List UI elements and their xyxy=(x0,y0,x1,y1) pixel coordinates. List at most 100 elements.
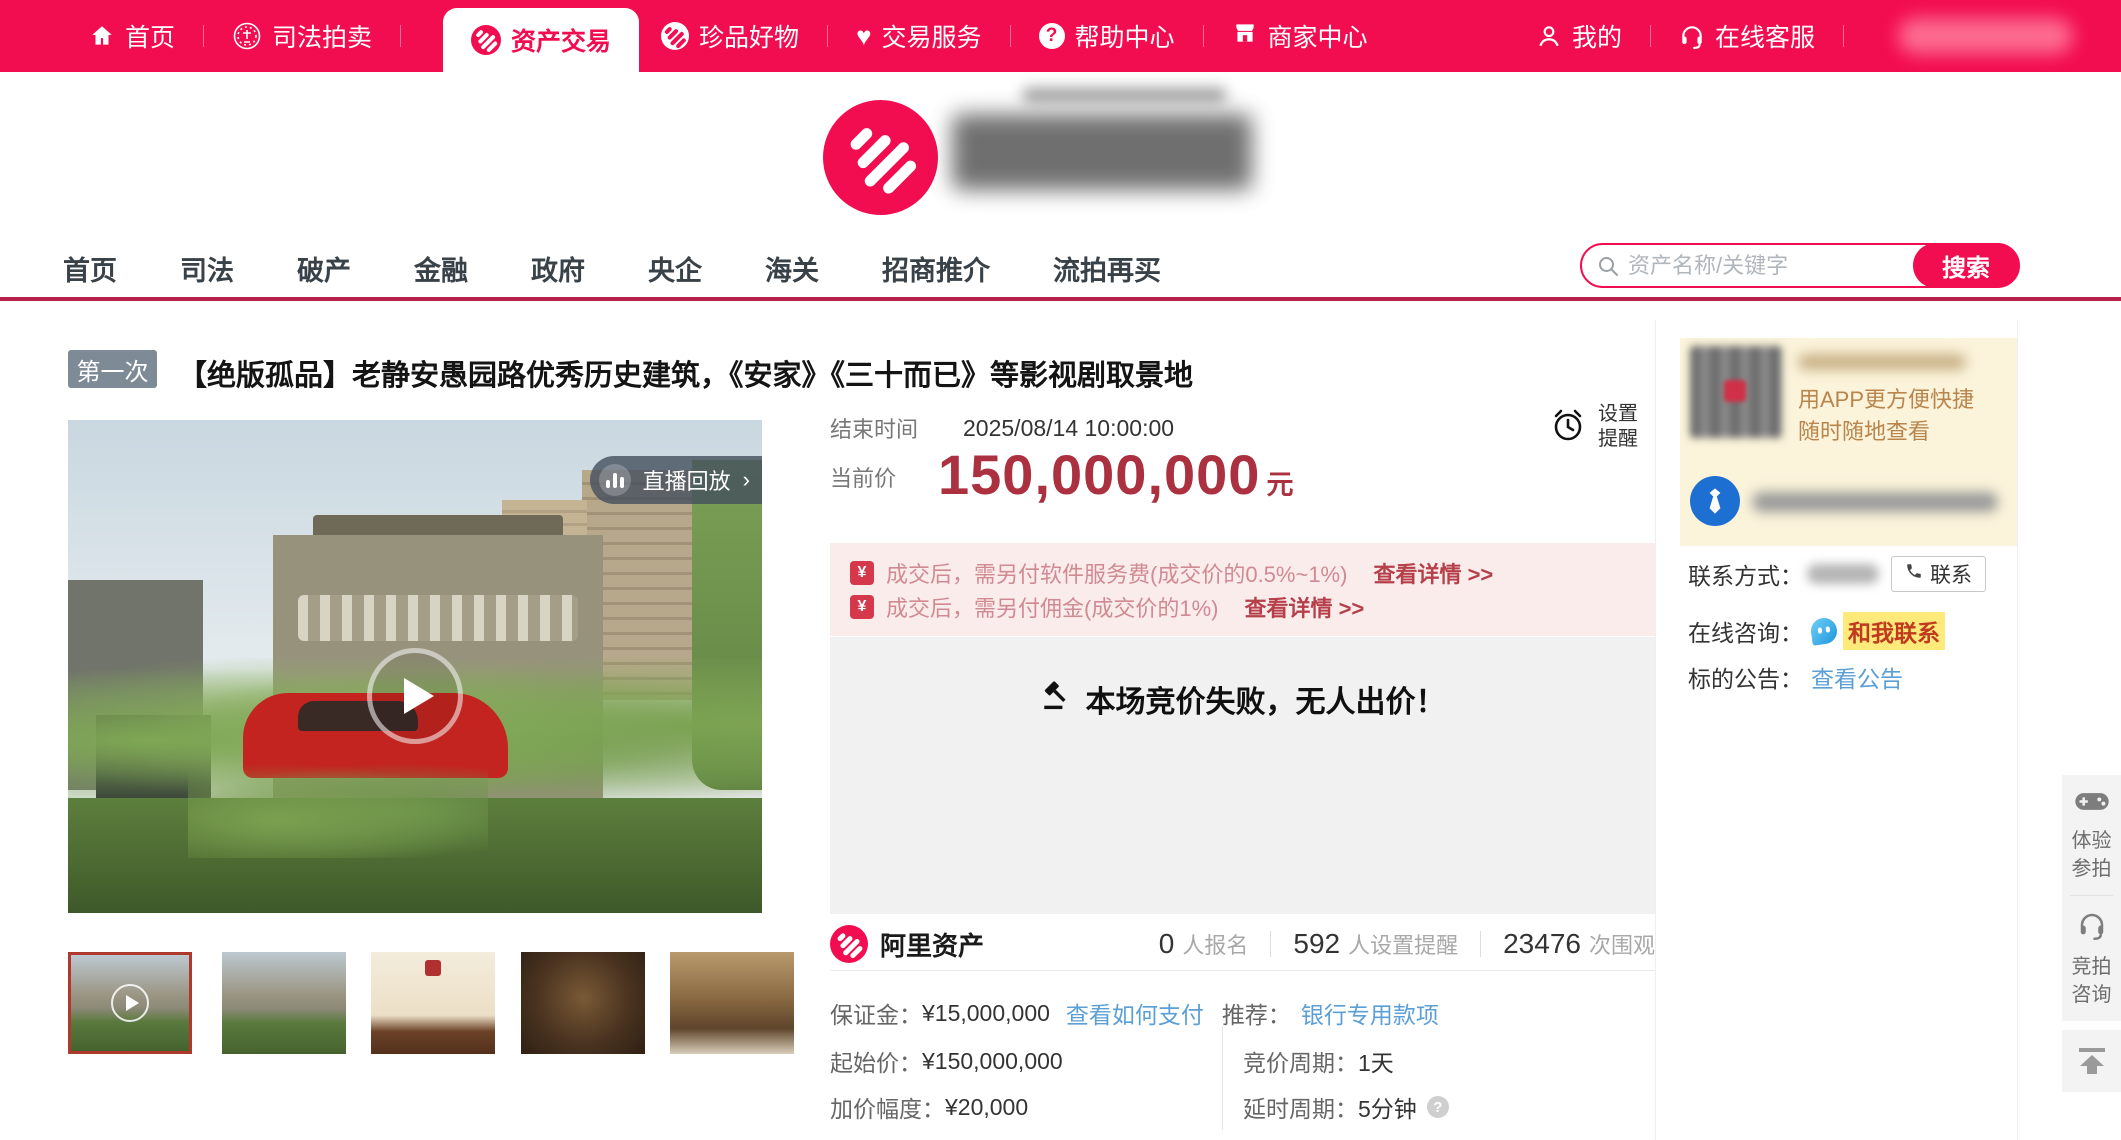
nav-judicial-auction[interactable]: 司法拍卖 xyxy=(228,0,376,72)
nav-help-center[interactable]: ? 帮助中心 xyxy=(1035,0,1179,72)
live-replay-tag[interactable]: 直播回放 › xyxy=(590,456,762,504)
gavel-icon xyxy=(1040,679,1072,719)
thumbnail-image xyxy=(521,952,645,1054)
fee-notice-row: ¥ 成交后，需另付佣金(成交价的1%) 查看详情 >> xyxy=(850,590,1655,624)
thumbnail-photo-3[interactable] xyxy=(521,952,645,1054)
subnav-home[interactable]: 首页 xyxy=(63,249,117,288)
bidding-consult-button[interactable]: 竞拍 咨询 xyxy=(2072,896,2112,1021)
nav-asset-trade-active-tab[interactable]: 资产交易 xyxy=(443,8,639,72)
subnav-customs[interactable]: 海关 xyxy=(765,249,819,288)
search-box: 搜索 xyxy=(1580,243,2020,288)
notice-row: 标的公告： 查看公告 xyxy=(1688,660,1903,694)
fee-notice-text: 成交后，需另付软件服务费(成交价的0.5%~1%) xyxy=(886,557,1347,589)
recommend-label: 推荐： xyxy=(1222,996,1291,1030)
thumbnail-video[interactable] xyxy=(68,952,192,1054)
headset-icon xyxy=(2077,910,2107,945)
start-price-row: 起始价： ¥150,000,000 xyxy=(830,1044,1063,1078)
auction-status-message: 本场竞价失败，无人出价！ xyxy=(1086,677,1446,721)
subnav-bankruptcy[interactable]: 破产 xyxy=(297,249,351,288)
contact-button[interactable]: 联系 xyxy=(1891,556,1986,592)
bank-channel-link[interactable]: 银行专用款项 xyxy=(1301,996,1439,1030)
blurred-agent-name xyxy=(1752,492,1998,512)
fee-detail-link[interactable]: 查看详情 >> xyxy=(1373,557,1493,589)
heart-icon: ♥ xyxy=(856,23,871,49)
subnav-judicial[interactable]: 司法 xyxy=(180,249,234,288)
arrow-up-icon xyxy=(2078,1048,2106,1074)
bid-cycle-row: 竞价周期： 1天 xyxy=(1243,1044,1394,1078)
nav-merchant-center[interactable]: 商家中心 xyxy=(1228,0,1372,72)
experience-bidding-button[interactable]: 体验 参拍 xyxy=(2072,775,2112,895)
fee-detail-link[interactable]: 查看详情 >> xyxy=(1244,591,1364,623)
video-player[interactable]: 直播回放 › xyxy=(68,420,762,913)
home-icon xyxy=(89,23,115,49)
thumbnail-photo-2[interactable] xyxy=(371,952,495,1054)
thumbnail-image xyxy=(371,952,495,1054)
nav-separator xyxy=(1010,25,1011,47)
search-icon xyxy=(1596,254,1620,278)
fee-notice-row: ¥ 成交后，需另付软件服务费(成交价的0.5%~1%) 查看详情 >> xyxy=(850,556,1655,590)
nav-separator xyxy=(827,25,828,47)
contact-button-label: 联系 xyxy=(1930,559,1972,589)
subnav-central-enterprise[interactable]: 央企 xyxy=(648,249,702,288)
thumbnail-photo-1[interactable] xyxy=(222,952,346,1054)
yuan-fee-icon: ¥ xyxy=(850,561,874,585)
stat-label: 人设置提醒 xyxy=(1348,928,1458,960)
contact-me-link[interactable]: 和我联系 xyxy=(1843,612,1945,650)
gamepad-icon xyxy=(2074,789,2110,819)
auction-status-panel: 本场竞价失败，无人出价！ xyxy=(830,637,1655,914)
video-scene-balcony xyxy=(298,595,578,641)
nav-home[interactable]: 首页 xyxy=(85,0,179,72)
subnav-government[interactable]: 政府 xyxy=(531,249,585,288)
search-button[interactable]: 搜索 xyxy=(1913,243,2019,288)
play-button[interactable] xyxy=(367,648,463,744)
phone-icon xyxy=(1905,562,1923,586)
subnav-promotion[interactable]: 招商推介 xyxy=(882,249,990,288)
subnav-finance[interactable]: 金融 xyxy=(414,249,468,288)
help-tooltip-icon[interactable]: ? xyxy=(1427,1096,1449,1118)
topbar-left-nav: 首页 司法拍卖 资产交易 xyxy=(0,0,1372,72)
judicial-emblem-icon xyxy=(232,21,262,51)
app-promo-line1: 用APP更方便快捷 xyxy=(1798,382,1974,414)
back-to-top-button[interactable] xyxy=(2062,1030,2121,1092)
brand-badge: 阿里资产 xyxy=(830,925,984,963)
increment-label: 加价幅度： xyxy=(830,1090,945,1124)
live-replay-label: 直播回放 xyxy=(643,464,731,496)
nav-online-support[interactable]: 在线客服 xyxy=(1675,0,1819,72)
alarm-clock-icon xyxy=(1548,405,1588,450)
nav-asset-trade-label: 资产交易 xyxy=(511,22,611,58)
blurred-logo-wordmark xyxy=(952,114,1252,190)
fee-notice-box: ¥ 成交后，需另付软件服务费(成交价的0.5%~1%) 查看详情 >> ¥ 成交… xyxy=(830,543,1655,636)
how-to-pay-link[interactable]: 查看如何支付 xyxy=(1066,996,1204,1030)
app-promo-line2: 随时随地查看 xyxy=(1798,414,1930,446)
headset-icon xyxy=(1679,23,1705,49)
stats-group: 0 人报名 592 人设置提醒 23476 次围观 xyxy=(1137,928,1655,960)
chevron-right-icon: › xyxy=(743,467,750,493)
nav-trade-service[interactable]: ♥ 交易服务 xyxy=(852,0,985,72)
thumbnail-photo-4[interactable] xyxy=(670,952,794,1054)
start-price-label: 起始价： xyxy=(830,1044,922,1078)
video-scene-bush xyxy=(188,763,488,858)
nav-treasure[interactable]: 珍品好物 xyxy=(657,0,803,72)
page: 首页 司法拍卖 资产交易 xyxy=(0,0,2121,1140)
experience-label-line2: 参拍 xyxy=(2072,858,2112,880)
end-time-value: 2025/08/14 10:00:00 xyxy=(963,415,1174,442)
online-consult-label: 在线咨询： xyxy=(1688,614,1803,648)
delay-cycle-label: 延时周期： xyxy=(1243,1090,1358,1124)
nav-online-support-label: 在线客服 xyxy=(1715,18,1815,54)
nav-separator xyxy=(400,25,401,47)
nav-my-account-label: 我的 xyxy=(1572,18,1622,54)
subnav-resale[interactable]: 流拍再买 xyxy=(1053,249,1161,288)
increment-value: ¥20,000 xyxy=(945,1094,1028,1121)
bid-cycle-label: 竞价周期： xyxy=(1243,1044,1358,1078)
view-notice-link[interactable]: 查看公告 xyxy=(1811,660,1903,694)
stat-label: 次围观 xyxy=(1589,928,1655,960)
blurred-promo-line xyxy=(1798,354,1966,370)
set-reminder-button[interactable]: 设置 提醒 xyxy=(1548,402,1638,452)
nav-help-label: 帮助中心 xyxy=(1075,18,1175,54)
end-time-row: 结束时间 2025/08/14 10:00:00 xyxy=(830,412,1174,444)
consult-label-line1: 竞拍 xyxy=(2072,956,2112,978)
question-icon: ? xyxy=(1039,23,1065,49)
contact-label: 联系方式： xyxy=(1688,557,1803,591)
site-logo[interactable] xyxy=(823,100,938,215)
nav-my-account[interactable]: 我的 xyxy=(1532,0,1626,72)
